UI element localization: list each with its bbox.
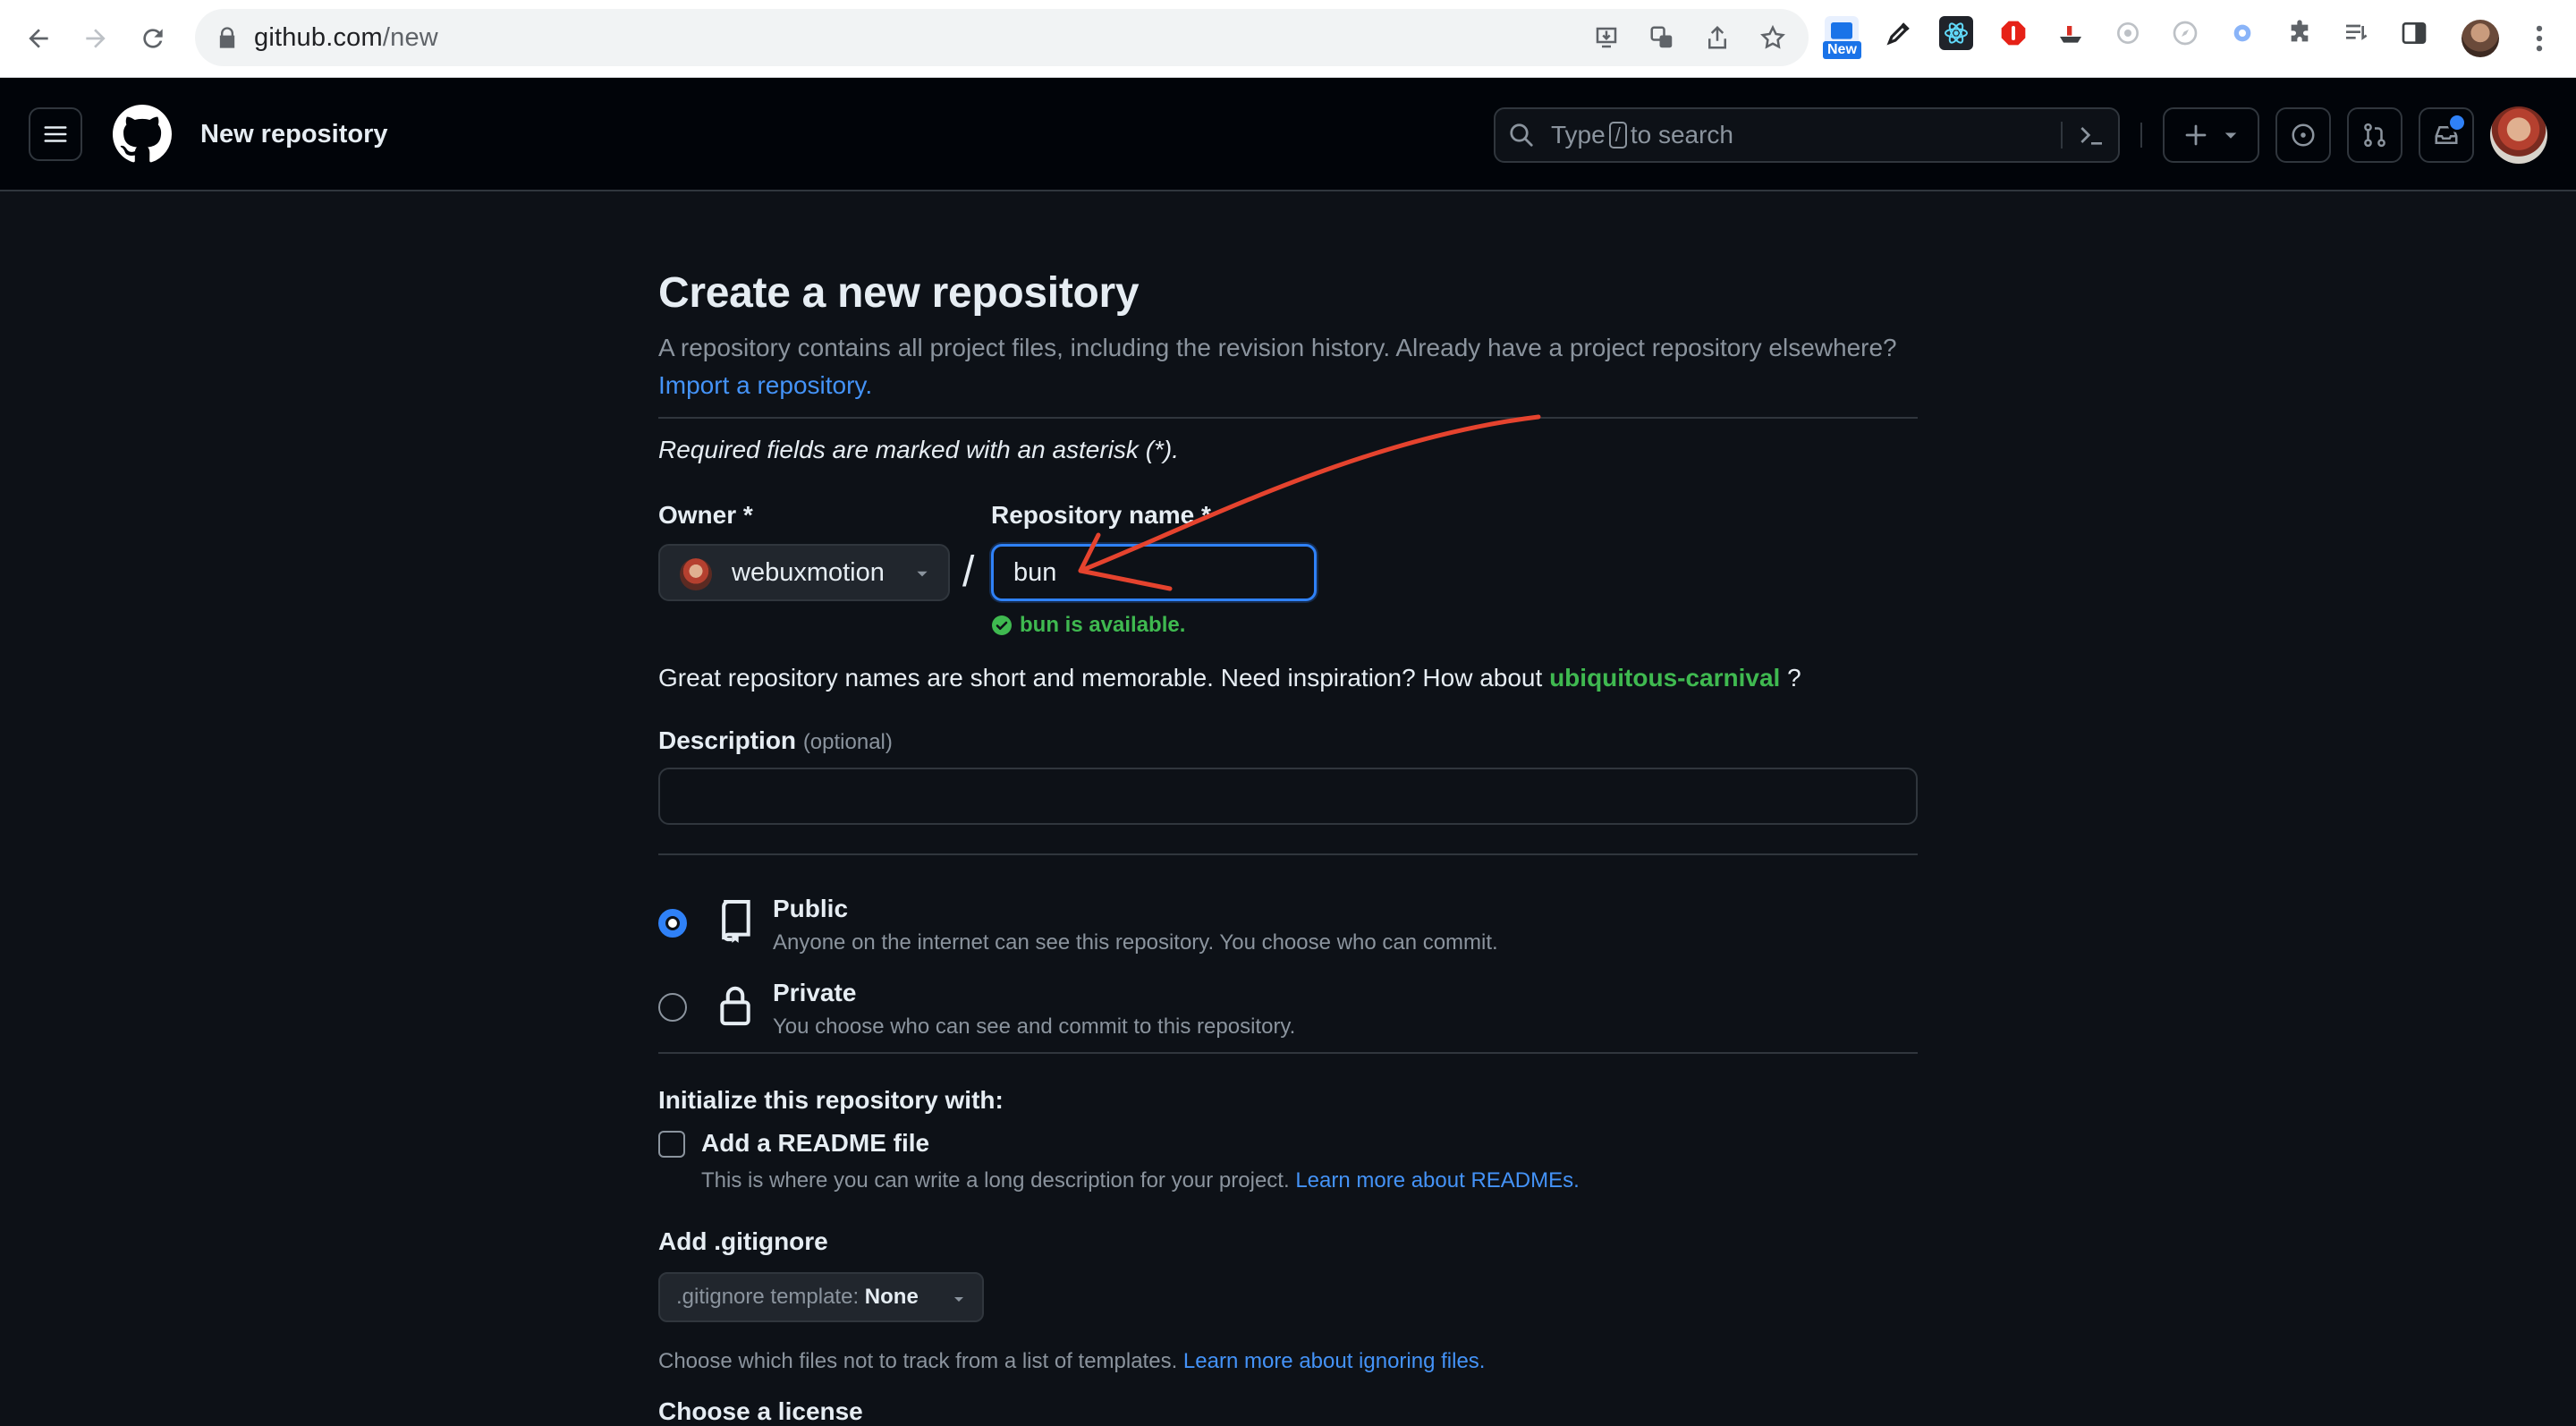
menu-button[interactable] xyxy=(29,107,82,161)
kebab-menu-icon[interactable] xyxy=(2526,21,2553,55)
gitignore-learn-more-link[interactable]: Learn more about ignoring files. xyxy=(1183,1349,1486,1373)
share-icon[interactable] xyxy=(1701,21,1733,54)
browser-toolbar: github.com/new New xyxy=(0,0,2576,78)
import-repository-link[interactable]: Import a repository. xyxy=(658,371,872,399)
private-description: You choose who can see and commit to thi… xyxy=(773,1014,1296,1039)
url-text: github.com/new xyxy=(254,23,438,52)
readme-help: This is where you can write a long descr… xyxy=(701,1168,1580,1193)
extension-circle-icon[interactable] xyxy=(2111,16,2145,50)
private-radio[interactable] xyxy=(658,993,687,1022)
license-heading: Choose a license xyxy=(658,1397,863,1425)
eyedropper-icon[interactable] xyxy=(1882,16,1916,50)
readme-learn-more-link[interactable]: Learn more about READMEs. xyxy=(1295,1168,1579,1193)
owner-select[interactable]: webuxmotion xyxy=(658,544,950,601)
page-description: A repository contains all project files,… xyxy=(658,334,1897,399)
command-palette-icon[interactable] xyxy=(2077,121,2106,149)
readme-label[interactable]: Add a README file xyxy=(701,1129,929,1158)
create-new-button[interactable] xyxy=(2163,107,2259,163)
suggested-name-link[interactable]: ubiquitous-carnival xyxy=(1549,664,1780,692)
repo-icon xyxy=(722,899,750,943)
notification-dot xyxy=(2447,113,2467,132)
adblock-icon[interactable] xyxy=(1996,16,2030,50)
public-radio[interactable] xyxy=(658,909,687,938)
extension-new-icon[interactable]: New xyxy=(1823,16,1861,59)
visibility-private-option[interactable]: Private You choose who can see and commi… xyxy=(658,979,1918,1054)
public-description: Anyone on the internet can see this repo… xyxy=(773,930,1498,955)
hamburger-icon xyxy=(44,126,67,142)
address-bar[interactable]: github.com/new xyxy=(195,9,1809,66)
gitignore-select[interactable]: .gitignore template: None xyxy=(658,1272,984,1322)
settings-gear-icon[interactable] xyxy=(2225,16,2259,50)
check-circle-icon xyxy=(992,615,1012,635)
divider xyxy=(658,1052,1918,1054)
plus-icon xyxy=(2185,124,2207,146)
side-panel-icon[interactable] xyxy=(2397,16,2431,50)
reload-button[interactable] xyxy=(131,16,175,61)
chevron-down-icon xyxy=(954,1297,963,1302)
arrow-right-icon xyxy=(86,29,106,48)
search-icon xyxy=(1510,123,1533,147)
compass-icon[interactable] xyxy=(2168,16,2202,50)
lock-icon xyxy=(720,986,750,1026)
react-devtools-icon[interactable] xyxy=(1939,16,1973,50)
extension-badge: New xyxy=(1823,41,1861,59)
description-input[interactable] xyxy=(658,768,1918,825)
lock-icon xyxy=(219,27,235,48)
repository-name-label: Repository name * xyxy=(991,501,1211,529)
github-logo-icon[interactable] xyxy=(113,105,172,164)
puzzle-icon[interactable] xyxy=(2283,16,2317,50)
readme-checkbox[interactable] xyxy=(658,1131,685,1158)
private-title: Private xyxy=(773,979,857,1006)
owner-name: webuxmotion xyxy=(732,558,885,587)
required-fields-note: Required fields are marked with an aster… xyxy=(658,436,1180,463)
owner-label: Owner * xyxy=(658,501,753,529)
annotation-arrow xyxy=(1078,414,1541,591)
availability-message: bun is available. xyxy=(991,610,1185,641)
pull-requests-button[interactable] xyxy=(2347,107,2402,163)
name-suggestion: Great repository names are short and mem… xyxy=(658,664,1801,692)
issues-button[interactable] xyxy=(2275,107,2331,163)
pull-request-icon xyxy=(2364,123,2385,148)
github-header: New repository Type / to search xyxy=(0,78,2576,191)
extension-ship-icon[interactable] xyxy=(2054,16,2088,50)
gitignore-help: Choose which files not to track from a l… xyxy=(658,1349,1486,1373)
repository-name-input[interactable] xyxy=(991,544,1317,601)
translate-icon[interactable] xyxy=(1646,21,1678,54)
divider xyxy=(658,417,1918,419)
issue-icon xyxy=(2292,123,2315,147)
divider xyxy=(658,853,1918,855)
profile-avatar[interactable] xyxy=(2462,20,2499,57)
description-label: Description (optional) xyxy=(658,726,893,754)
chevron-down-icon xyxy=(2224,132,2237,139)
reading-list-icon[interactable] xyxy=(2340,16,2374,50)
forward-button[interactable] xyxy=(73,16,118,61)
gitignore-heading: Add .gitignore xyxy=(658,1227,828,1255)
public-title: Public xyxy=(773,895,849,922)
page-title: Create a new repository xyxy=(658,269,1140,317)
user-avatar[interactable] xyxy=(2490,106,2547,164)
inbox-button[interactable] xyxy=(2419,107,2474,163)
search-placeholder: Type / to search xyxy=(1551,121,1733,149)
arrow-left-icon xyxy=(29,29,48,48)
header-title: New repository xyxy=(200,120,388,149)
owner-repo-separator: / xyxy=(962,548,975,596)
star-icon[interactable] xyxy=(1757,21,1789,54)
reload-icon xyxy=(143,29,163,48)
search-box[interactable]: Type / to search xyxy=(1494,107,2120,163)
install-icon[interactable] xyxy=(1590,21,1623,54)
owner-avatar xyxy=(680,558,712,590)
visibility-public-option[interactable]: Public Anyone on the internet can see th… xyxy=(658,895,1918,970)
chevron-down-icon xyxy=(917,571,928,577)
back-button[interactable] xyxy=(16,16,61,61)
initialize-heading: Initialize this repository with: xyxy=(658,1086,1004,1114)
